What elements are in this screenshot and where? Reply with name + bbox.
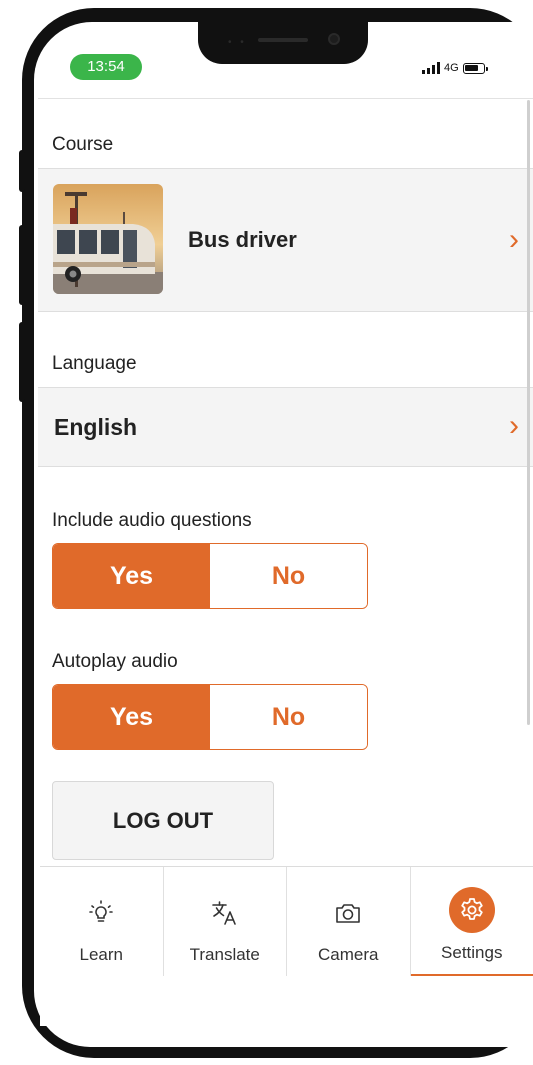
side-button	[19, 225, 25, 305]
language-section-label: Language	[52, 353, 137, 374]
autoplay-audio-label: Autoplay audio	[52, 651, 178, 672]
course-name: Bus driver	[188, 227, 297, 252]
translate-icon	[209, 897, 241, 929]
tab-settings[interactable]: Settings	[410, 867, 533, 977]
audio-questions-no-button[interactable]: No	[210, 544, 367, 608]
side-button	[19, 322, 25, 402]
status-indicators: 4G	[422, 60, 488, 76]
tab-camera[interactable]: Camera	[287, 867, 411, 977]
tab-learn-label: Learn	[79, 945, 123, 964]
status-time: 13:54	[70, 54, 142, 80]
audio-questions-yes-button[interactable]: Yes	[53, 544, 210, 608]
bottom-tab-bar: Learn Translate Camera Settings	[40, 866, 533, 977]
battery-icon	[462, 62, 488, 74]
camera-icon	[332, 897, 364, 929]
autoplay-audio-toggle: Yes No	[52, 684, 368, 750]
lightbulb-icon	[85, 897, 117, 929]
language-row[interactable]: English ›	[38, 387, 533, 467]
tab-learn[interactable]: Learn	[40, 867, 164, 977]
header-divider	[38, 98, 533, 99]
network-type: 4G	[444, 62, 459, 74]
audio-questions-label: Include audio questions	[52, 510, 252, 531]
tab-settings-label: Settings	[441, 943, 503, 962]
chevron-right-icon: ›	[509, 409, 519, 442]
tab-translate[interactable]: Translate	[164, 867, 287, 977]
side-button	[19, 150, 25, 192]
gear-icon	[448, 887, 495, 933]
scrollbar[interactable]	[527, 100, 530, 725]
chevron-right-icon: ›	[509, 223, 519, 256]
language-name: English	[54, 414, 138, 440]
course-thumbnail	[53, 184, 163, 294]
tab-camera-label: Camera	[318, 945, 379, 964]
course-section-label: Course	[52, 134, 114, 155]
autoplay-audio-yes-button[interactable]: Yes	[53, 685, 210, 749]
notch: • •	[198, 20, 368, 64]
course-row[interactable]: Bus driver ›	[38, 168, 533, 312]
home-indicator-area	[40, 976, 533, 1026]
signal-icon	[422, 62, 440, 74]
audio-questions-toggle: Yes No	[52, 543, 368, 609]
tab-translate-label: Translate	[189, 945, 260, 964]
autoplay-audio-no-button[interactable]: No	[210, 685, 367, 749]
logout-button[interactable]: LOG OUT	[52, 781, 274, 860]
